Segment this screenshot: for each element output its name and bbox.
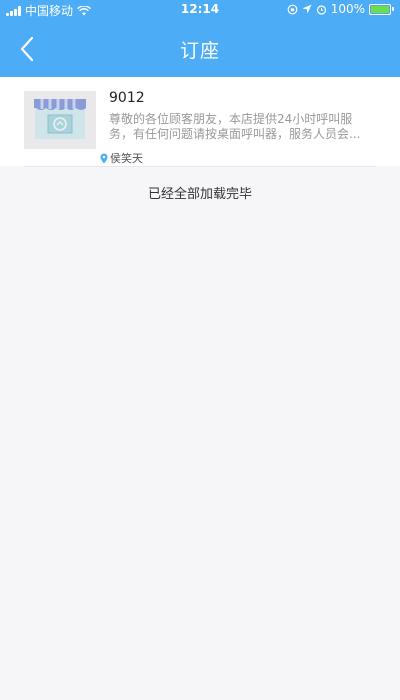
store-thumbnail [24,91,96,149]
battery-icon [369,3,394,15]
divider [24,166,376,167]
item-title: 9012 [109,90,145,106]
alarm-icon [316,4,326,15]
list-item[interactable]: 9012 尊敬的各位顾客朋友，本店提供24小时呼叫服务，有任何问题请按桌面呼叫器… [0,77,400,166]
status-bar: 中国移动 12:14 100% [0,0,400,20]
location-label: 侯笑天 [110,152,143,165]
status-right: 100% [287,2,394,16]
location-pin-icon [100,153,108,163]
location-arrow-icon [302,4,312,14]
page-title: 订座 [179,40,220,62]
storefront-icon [34,99,86,139]
top-bar: 中国移动 12:14 100% 订座 [0,0,400,77]
nav-bar: 订座 [0,20,400,77]
item-location: 侯笑天 [100,150,143,166]
orientation-lock-icon [287,4,298,14]
list-end-message: 已经全部加载完毕 [147,187,252,202]
item-description: 尊敬的各位顾客朋友，本店提供24小时呼叫服务，有任何问题请按桌面呼叫器，服务人员… [109,112,361,141]
battery-percent: 100% [330,2,365,16]
